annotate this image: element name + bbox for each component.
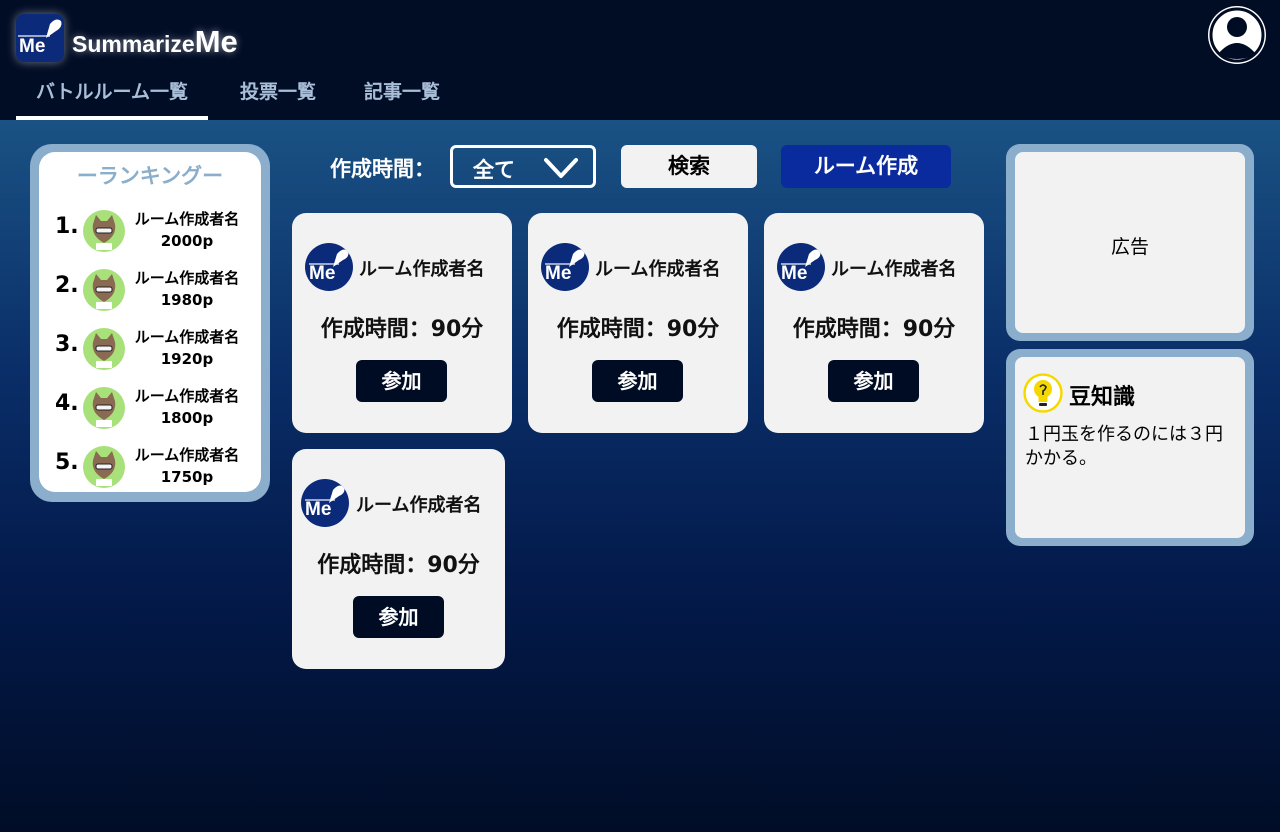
trivia-body: １円玉を作るのには３円かかる。 [1025, 424, 1223, 469]
lightbulb-icon [1023, 373, 1063, 413]
room-creator-name: ルーム作成者名 [359, 259, 485, 280]
app-header: Me SummarizeMe バトルルーム一覧 投票一覧 記事一覧 [0, 0, 1280, 120]
join-button[interactable]: 参加 [356, 360, 447, 402]
room-logo-icon: Me [777, 243, 825, 291]
ranking-row[interactable]: 3. ルーム作成者名 1920p [39, 322, 261, 372]
ranking-panel: ーランキングー 1. ルーム作成者名 2000p 2. ルーム作成者名 1980… [30, 144, 270, 502]
created-time-select[interactable]: 全て [450, 145, 596, 188]
ranking-points: 2000p [160, 232, 214, 250]
user-avatar-icon [83, 210, 125, 252]
room-logo-icon: Me [305, 243, 353, 291]
user-avatar-icon [83, 269, 125, 311]
ranking-row[interactable]: 5. ルーム作成者名 1750p [39, 440, 261, 490]
brand-prefix: Summarize [72, 31, 195, 57]
ranking-row[interactable]: 2. ルーム作成者名 1980p [39, 263, 261, 313]
create-room-button[interactable]: ルーム作成 [781, 145, 951, 188]
logo-text: Me [19, 36, 46, 57]
user-avatar-icon [83, 446, 125, 488]
room-card: Me ルーム作成者名 作成時間：90分 参加 [292, 449, 505, 669]
user-avatar-icon [83, 387, 125, 429]
ranking-user-name: ルーム作成者名 [134, 387, 240, 405]
join-button[interactable]: 参加 [592, 360, 683, 402]
app-brand: SummarizeMe [72, 24, 238, 60]
ad-label: 広告 [1110, 236, 1149, 258]
room-created-time: 作成時間：90分 [556, 317, 720, 342]
brand-suffix: Me [194, 24, 238, 59]
tab-battle-rooms[interactable]: バトルルーム一覧 [16, 76, 208, 120]
user-icon [1209, 7, 1265, 63]
ranking-points: 1800p [160, 409, 214, 427]
room-logo-text: Me [305, 499, 332, 520]
main-content: ーランキングー 1. ルーム作成者名 2000p 2. ルーム作成者名 1980… [0, 120, 1280, 832]
room-creator-name: ルーム作成者名 [595, 259, 721, 280]
room-created-time: 作成時間：90分 [792, 317, 956, 342]
room-creator-name: ルーム作成者名 [356, 495, 482, 516]
rank-number: 3. [55, 332, 79, 357]
join-button[interactable]: 参加 [828, 360, 919, 402]
user-avatar-icon [83, 328, 125, 370]
ranking-points: 1920p [160, 350, 214, 368]
room-created-time: 作成時間：90分 [317, 553, 480, 578]
trivia-panel: 豆知識 １円玉を作るのには３円かかる。 [1006, 349, 1254, 546]
ranking-user-name: ルーム作成者名 [134, 210, 240, 228]
app-logo[interactable]: Me [16, 14, 64, 62]
room-logo-text: Me [781, 263, 808, 284]
rank-number: 4. [55, 391, 79, 416]
room-card: Me ルーム作成者名 作成時間：90分 参加 [764, 213, 984, 433]
room-card: Me ルーム作成者名 作成時間：90分 参加 [292, 213, 512, 433]
created-time-value: 全て [473, 158, 515, 182]
room-created-time: 作成時間：90分 [320, 317, 484, 342]
rank-number: 1. [55, 214, 79, 239]
ad-panel: 広告 [1006, 144, 1254, 341]
room-creator-name: ルーム作成者名 [831, 259, 957, 280]
ranking-title: ーランキングー [76, 164, 224, 188]
ranking-user-name: ルーム作成者名 [134, 446, 240, 464]
trivia-title: 豆知識 [1069, 385, 1136, 410]
chevron-down-icon [544, 158, 578, 178]
ranking-points: 1750p [160, 468, 214, 486]
ranking-row[interactable]: 4. ルーム作成者名 1800p [39, 381, 261, 431]
user-account-button[interactable] [1208, 6, 1266, 64]
rank-number: 5. [55, 450, 79, 475]
room-logo-text: Me [309, 263, 336, 284]
room-card: Me ルーム作成者名 作成時間：90分 参加 [528, 213, 748, 433]
room-logo-icon: Me [541, 243, 589, 291]
nav-tabs: バトルルーム一覧 投票一覧 記事一覧 [16, 76, 440, 120]
join-button[interactable]: 参加 [353, 596, 444, 638]
created-time-label: 作成時間： [330, 157, 435, 181]
tab-votes[interactable]: 投票一覧 [240, 76, 316, 120]
ranking-user-name: ルーム作成者名 [134, 269, 240, 287]
room-logo-icon: Me [301, 479, 349, 527]
ranking-points: 1980p [160, 291, 214, 309]
rank-number: 2. [55, 273, 79, 298]
search-button[interactable]: 検索 [621, 145, 757, 188]
tab-articles[interactable]: 記事一覧 [364, 76, 440, 120]
ranking-user-name: ルーム作成者名 [134, 328, 240, 346]
room-logo-text: Me [545, 263, 572, 284]
ranking-row[interactable]: 1. ルーム作成者名 2000p [39, 204, 261, 254]
